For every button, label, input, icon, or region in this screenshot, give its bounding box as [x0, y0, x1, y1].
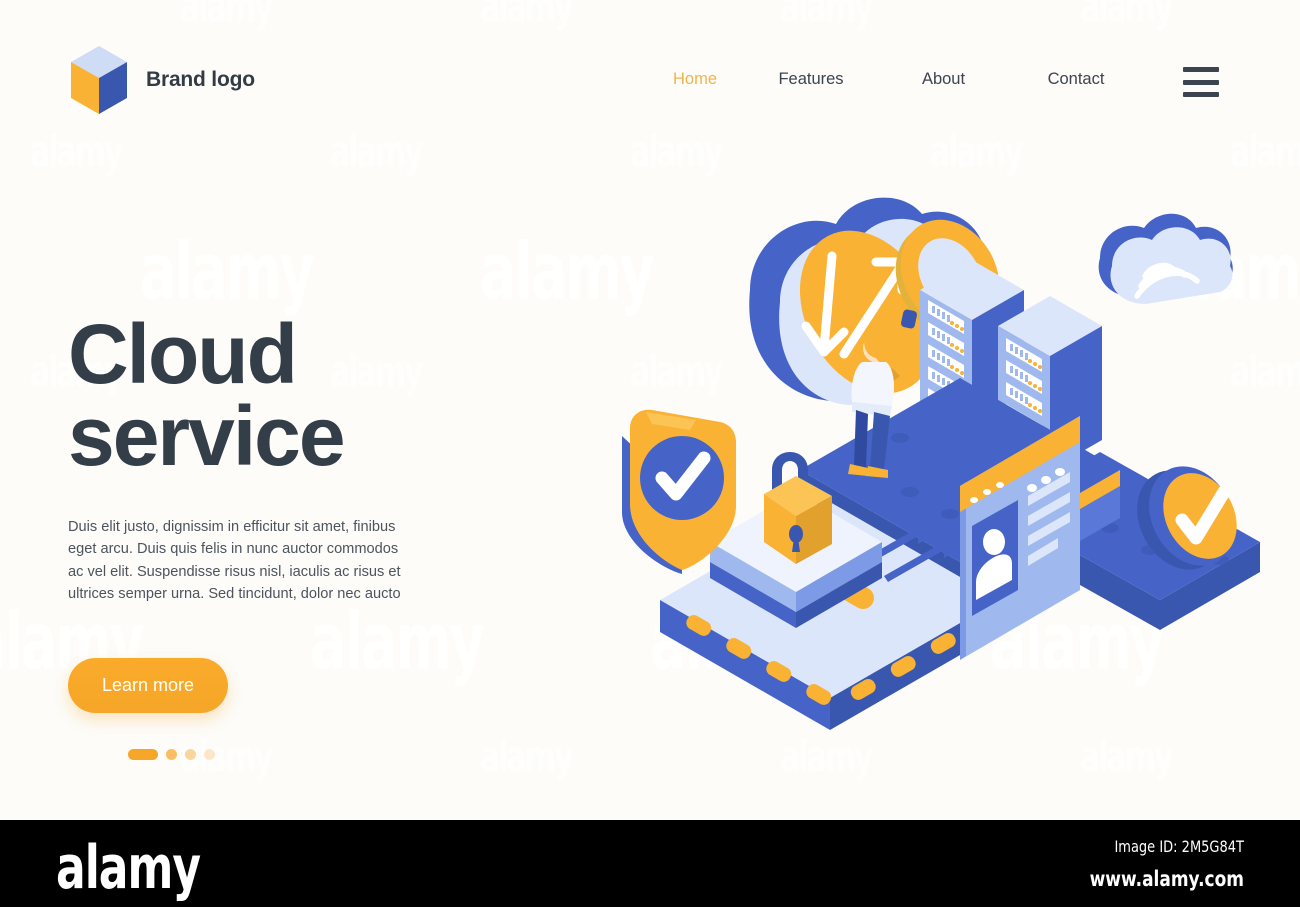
learn-more-button[interactable]: Learn more — [68, 658, 229, 714]
watermark-text: alamy — [480, 732, 574, 783]
hamburger-bar — [1183, 92, 1219, 97]
nav-item-home[interactable]: Home — [645, 70, 745, 89]
image-id: Image ID: 2M5G84T — [1114, 838, 1244, 857]
isometric-cloud-service-illustration — [600, 170, 1290, 770]
footer-meta: Image ID: 2M5G84T www.alamy.com — [1090, 838, 1244, 892]
landing-page: alamy alamy alamy alamy alamy alamy alam… — [0, 0, 1300, 907]
page-title: Cloud service — [68, 312, 488, 478]
wifi-cloud-icon — [1098, 213, 1233, 304]
page-title-line2: service — [68, 389, 346, 484]
carousel-dot[interactable] — [166, 749, 177, 761]
hero-paragraph: Duis elit justo, dignissim in efficitur … — [68, 518, 401, 603]
carousel-dot-active[interactable] — [128, 749, 158, 761]
stock-footer-bar: alamy Image ID: 2M5G84T www.alamy.com — [0, 820, 1300, 907]
carousel-pagination — [68, 749, 488, 761]
alamy-url: www.alamy.com — [1089, 867, 1244, 892]
nav-item-contact[interactable]: Contact — [1010, 70, 1142, 89]
hamburger-bar — [1183, 67, 1219, 72]
carousel-dot[interactable] — [185, 749, 196, 761]
carousel-dot[interactable] — [204, 749, 215, 761]
main-nav: Home Features About Contact — [645, 70, 1142, 89]
hamburger-bar — [1183, 79, 1219, 85]
watermark-text: alamy — [140, 225, 315, 318]
brand[interactable]: Brand logo — [68, 44, 255, 116]
hamburger-menu-icon[interactable] — [1183, 67, 1219, 97]
alamy-logo: alamy — [56, 834, 201, 903]
page-title-line1: Cloud — [68, 307, 298, 401]
nav-item-features[interactable]: Features — [745, 70, 877, 89]
nav-item-about[interactable]: About — [877, 70, 1010, 89]
brand-name: Brand logo — [146, 68, 255, 91]
isometric-cube-logo-icon — [68, 44, 130, 116]
site-header: Brand logo Home Features About Contact — [0, 0, 1300, 160]
hero-section: Cloud service Duis elit justo, dignissim… — [68, 312, 488, 761]
